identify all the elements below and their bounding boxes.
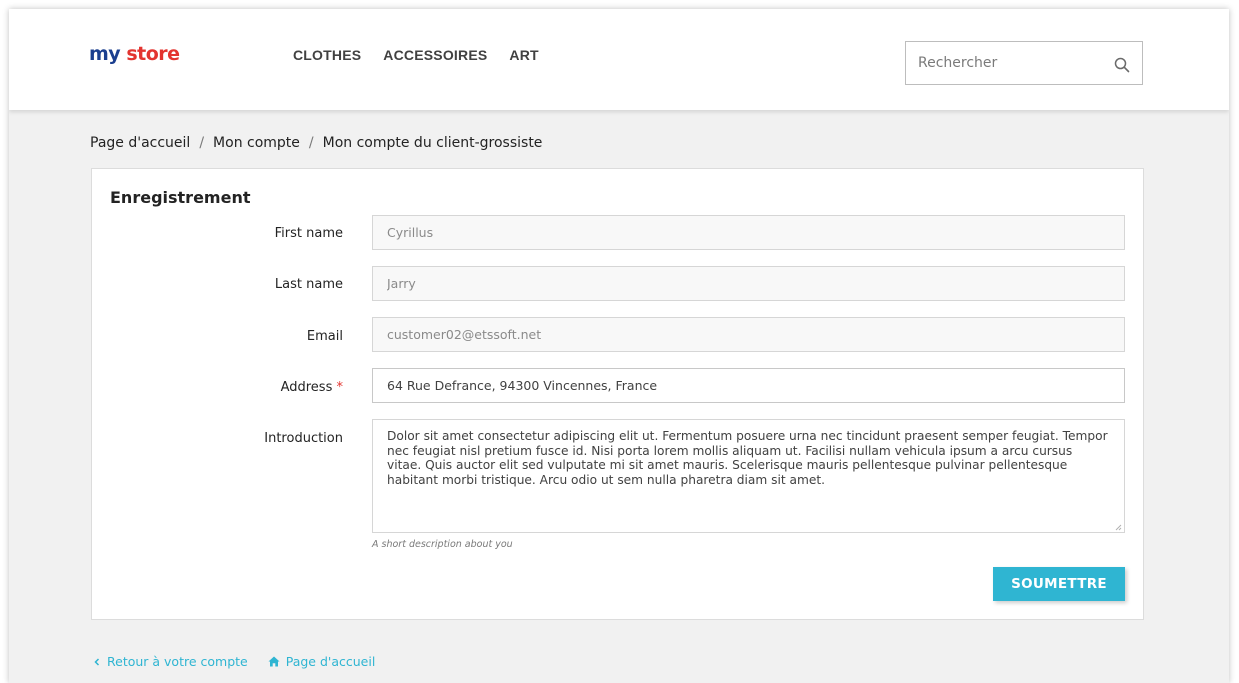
home-link-label: Page d'accueil [285,654,376,669]
nav-item-art[interactable]: ART [509,47,538,63]
last-name-field[interactable] [372,266,1125,301]
introduction-textarea[interactable]: Dolor sit amet consectetur adipiscing el… [372,419,1125,533]
introduction-hint: A short description about you [372,539,513,550]
registration-card: Enregistrement First name Last name Emai… [91,168,1144,620]
nav-item-accessoires[interactable]: ACCESSOIRES [383,47,487,63]
logo-word-my: my [89,43,121,65]
search-box [905,41,1143,85]
address-label: Address * [280,380,344,395]
last-name-label: Last name [274,277,343,292]
main-nav: CLOTHES ACCESSOIRES ART [293,47,539,63]
site-header: my store CLOTHES ACCESSOIRES ART [9,9,1229,110]
search-icon[interactable] [1114,57,1130,73]
back-to-account-label: Retour à votre compte [107,654,248,669]
breadcrumb-current: Mon compte du client-grossiste [322,135,543,151]
required-marker: * [336,380,344,395]
nav-item-clothes[interactable]: CLOTHES [293,47,361,63]
back-to-account-link[interactable]: Retour à votre compte [93,654,248,669]
breadcrumb-account[interactable]: Mon compte [213,135,300,151]
email-label: Email [306,329,343,344]
email-field[interactable] [372,317,1125,352]
address-field[interactable] [372,368,1125,403]
browser-viewport: my store CLOTHES ACCESSOIRES ART Page d'… [9,9,1229,683]
breadcrumb: Page d'accueil / Mon compte / Mon compte… [90,135,542,151]
breadcrumb-separator: / [308,135,314,151]
page-title: Enregistrement [110,188,251,207]
first-name-label: First name [274,226,343,241]
resize-grip-icon[interactable] [1114,523,1122,531]
introduction-label: Introduction [264,431,343,446]
logo-word-store: store [126,43,180,65]
account-footer-links: Retour à votre compte Page d'accueil [93,654,375,669]
search-input[interactable] [906,42,1106,84]
first-name-field[interactable] [372,215,1125,250]
submit-button[interactable]: SOUMETTRE [993,567,1125,601]
home-link[interactable]: Page d'accueil [268,654,376,669]
breadcrumb-home[interactable]: Page d'accueil [90,135,190,151]
breadcrumb-separator: / [199,135,205,151]
chevron-left-icon [94,657,100,666]
store-logo[interactable]: my store [89,42,180,66]
home-icon [268,656,280,667]
